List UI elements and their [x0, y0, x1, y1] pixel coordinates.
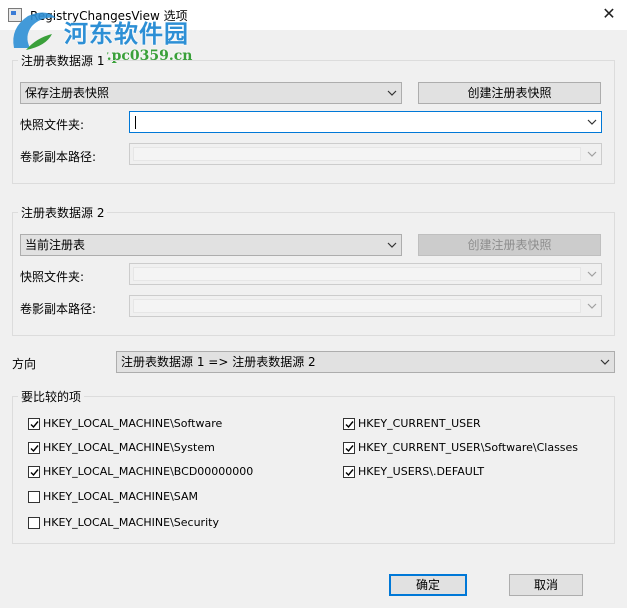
ok-button[interactable]: 确定: [389, 574, 467, 596]
checkmark-icon: [345, 469, 354, 477]
source1-type-select[interactable]: 保存注册表快照: [20, 82, 402, 104]
close-button[interactable]: ✕: [596, 3, 622, 25]
checkmark-icon: [30, 469, 39, 477]
watermark-logo-icon: [13, 12, 56, 50]
source1-shadow-copy-label: 卷影副本路径:: [20, 150, 97, 164]
source2-snapshot-folder-value: [133, 267, 581, 281]
checkmark-icon: [345, 445, 354, 453]
compare-item-checkbox[interactable]: [28, 517, 40, 529]
compare-item-checkbox[interactable]: [28, 466, 40, 478]
direction-select[interactable]: 注册表数据源 1 => 注册表数据源 2: [116, 351, 615, 373]
checkmark-icon: [30, 421, 39, 429]
cancel-button[interactable]: 取消: [509, 574, 583, 596]
compare-item-checkbox[interactable]: [28, 418, 40, 430]
direction-label: 方向: [12, 357, 37, 371]
direction-value: 注册表数据源 1 => 注册表数据源 2: [121, 355, 316, 369]
source1-type-value: 保存注册表快照: [25, 86, 110, 100]
source1-snapshot-folder-input[interactable]: [129, 111, 602, 133]
compare-item-checkbox[interactable]: [343, 466, 355, 478]
chevron-down-icon: [587, 303, 597, 309]
compare-item-label[interactable]: HKEY_LOCAL_MACHINE\Security: [43, 516, 219, 529]
source2-type-value: 当前注册表: [25, 238, 86, 252]
checkmark-icon: [30, 445, 39, 453]
chevron-down-icon: [587, 271, 597, 277]
source2-create-snapshot-button[interactable]: 创建注册表快照: [418, 234, 601, 256]
chevron-down-icon: [587, 151, 597, 157]
source2-snapshot-folder-label: 快照文件夹:: [20, 270, 85, 284]
chevron-down-icon: [387, 90, 397, 96]
chevron-down-icon: [600, 359, 610, 365]
compare-item-label[interactable]: HKEY_CURRENT_USER: [358, 417, 481, 430]
compare-item-label[interactable]: HKEY_USERS\.DEFAULT: [358, 465, 484, 478]
source1-shadow-copy-value: [133, 147, 581, 161]
source1-shadow-copy-select[interactable]: [129, 143, 602, 165]
compare-item-checkbox[interactable]: [28, 491, 40, 503]
compare-item-label[interactable]: HKEY_LOCAL_MACHINE\Software: [43, 417, 222, 430]
checkmark-icon: [345, 421, 354, 429]
compare-item-checkbox[interactable]: [28, 442, 40, 454]
source1-legend: 注册表数据源 1: [18, 52, 108, 69]
compare-item-label[interactable]: HKEY_LOCAL_MACHINE\System: [43, 441, 215, 454]
compare-item-label[interactable]: HKEY_LOCAL_MACHINE\BCD00000000: [43, 465, 253, 478]
source2-shadow-copy-select[interactable]: [129, 295, 602, 317]
compare-item-label[interactable]: HKEY_CURRENT_USER\Software\Classes: [358, 441, 578, 454]
source2-legend: 注册表数据源 2: [18, 204, 108, 221]
source2-shadow-copy-label: 卷影副本路径:: [20, 302, 97, 316]
source2-type-select[interactable]: 当前注册表: [20, 234, 402, 256]
text-caret: [135, 116, 136, 129]
source1-snapshot-folder-label: 快照文件夹:: [20, 118, 85, 132]
source1-create-snapshot-button[interactable]: 创建注册表快照: [418, 82, 601, 104]
chevron-down-icon: [387, 242, 397, 248]
compare-item-checkbox[interactable]: [343, 442, 355, 454]
watermark-title: 河东软件园: [64, 20, 189, 48]
source2-snapshot-folder-select[interactable]: [129, 263, 602, 285]
compare-item-label[interactable]: HKEY_LOCAL_MACHINE\SAM: [43, 490, 198, 503]
compare-item-checkbox[interactable]: [343, 418, 355, 430]
compare-legend: 要比较的项: [18, 388, 85, 405]
chevron-down-icon: [587, 119, 597, 125]
source2-shadow-copy-value: [133, 299, 581, 313]
